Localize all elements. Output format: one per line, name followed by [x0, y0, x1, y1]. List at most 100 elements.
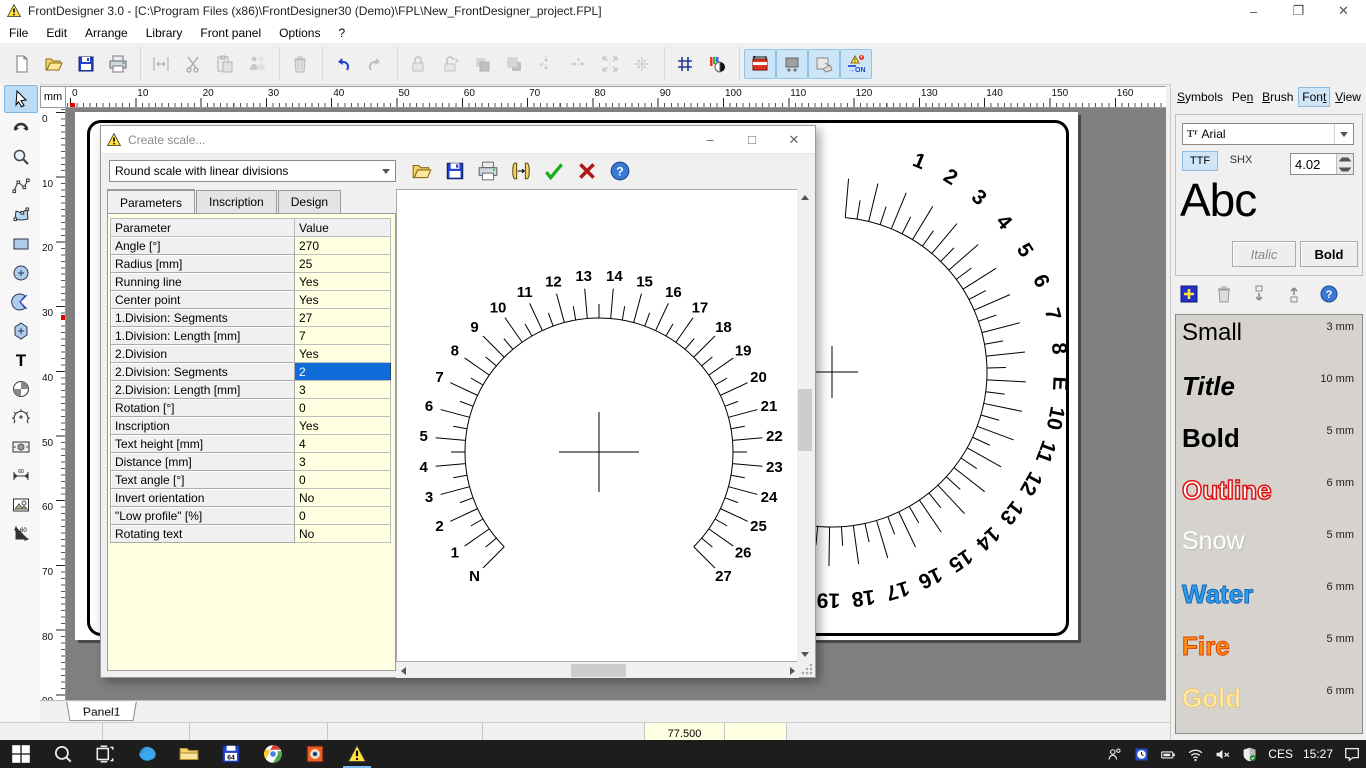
- dimension-tool-button[interactable]: 60: [4, 462, 38, 490]
- preview-horizontal-scrollbar[interactable]: [396, 663, 799, 678]
- font-family-dropdown[interactable]: Tᵀ Arial: [1182, 123, 1354, 145]
- chevron-down-icon[interactable]: [377, 161, 395, 181]
- param-value[interactable]: Yes: [295, 273, 391, 291]
- font-list-item[interactable]: Snow5 mm: [1176, 523, 1362, 575]
- tab-design[interactable]: Design: [278, 190, 341, 213]
- move-down-button[interactable]: [1249, 284, 1269, 307]
- param-value[interactable]: 3: [295, 381, 391, 399]
- param-name[interactable]: 2.Division: [111, 345, 295, 363]
- help-button[interactable]: ?: [608, 159, 632, 183]
- clock[interactable]: 15:27: [1298, 747, 1338, 761]
- param-value[interactable]: 25: [295, 255, 391, 273]
- param-name[interactable]: Angle [°]: [111, 237, 295, 255]
- taskbar-file-explorer[interactable]: [168, 740, 210, 768]
- open-file-button[interactable]: [410, 159, 434, 183]
- scroll-up-arrow[interactable]: [797, 189, 813, 205]
- axis-tool-button[interactable]: 60: [4, 520, 38, 548]
- italic-button[interactable]: Italic: [1232, 241, 1296, 267]
- param-value[interactable]: No: [295, 525, 391, 543]
- menu-front-panel[interactable]: Front panel: [191, 24, 270, 42]
- dialog-maximize-button[interactable]: □: [731, 127, 773, 153]
- param-value[interactable]: 0: [295, 471, 391, 489]
- spin-down-arrow[interactable]: [1337, 164, 1353, 174]
- param-value[interactable]: 3: [295, 453, 391, 471]
- tray-battery-icon[interactable]: [1155, 746, 1182, 763]
- menu-arrange[interactable]: Arrange: [76, 24, 137, 42]
- param-value[interactable]: 4: [295, 435, 391, 453]
- scale-preview[interactable]: N123456789101112131415161718192021222324…: [396, 189, 799, 662]
- pad-tool-button[interactable]: [4, 433, 38, 461]
- param-value[interactable]: Yes: [295, 345, 391, 363]
- param-name[interactable]: Running line: [111, 273, 295, 291]
- tab-inscription[interactable]: Inscription: [196, 190, 277, 213]
- param-name[interactable]: Rotating text: [111, 525, 295, 543]
- taskbar-commander-64[interactable]: 64: [210, 740, 252, 768]
- taskbar-frontdesigner[interactable]: [336, 740, 378, 768]
- taskbar-start[interactable]: [0, 740, 42, 768]
- param-name[interactable]: 1.Division: Segments: [111, 309, 295, 327]
- font-size-spinner[interactable]: 4.02: [1290, 153, 1354, 175]
- select-tool-button[interactable]: [4, 85, 38, 113]
- move-up-button[interactable]: [1284, 284, 1304, 307]
- font-list-item[interactable]: Small3 mm: [1176, 315, 1362, 367]
- dialog-titlebar[interactable]: Create scale... – □ ✕: [101, 126, 815, 154]
- knob-scale-tool-button[interactable]: [4, 404, 38, 432]
- open-file-button[interactable]: [38, 49, 70, 79]
- param-name[interactable]: 2.Division: Segments: [111, 363, 295, 381]
- rotate-tool-button[interactable]: [4, 114, 38, 142]
- param-name[interactable]: Inscription: [111, 417, 295, 435]
- dialog-minimize-button[interactable]: –: [689, 127, 731, 153]
- param-name[interactable]: Radius [mm]: [111, 255, 295, 273]
- shx-toggle[interactable]: SHX: [1224, 151, 1258, 169]
- scroll-left-arrow[interactable]: [396, 663, 410, 678]
- apply-check-button[interactable]: [542, 159, 566, 183]
- save-file-button[interactable]: [443, 159, 467, 183]
- font-list-item[interactable]: Outline6 mm: [1176, 471, 1362, 523]
- tray-people-icon[interactable]: [1101, 746, 1128, 763]
- close-button[interactable]: ✕: [1321, 0, 1366, 22]
- taskbar-search[interactable]: [42, 740, 84, 768]
- text-tool-button[interactable]: T: [4, 346, 38, 374]
- param-name[interactable]: Center point: [111, 291, 295, 309]
- param-value[interactable]: 2: [295, 363, 391, 381]
- font-list-item[interactable]: Water6 mm: [1176, 575, 1362, 627]
- scale-type-dropdown[interactable]: Round scale with linear divisions: [109, 160, 396, 182]
- menu-options[interactable]: Options: [270, 24, 329, 42]
- autosave-on-button[interactable]: !→ON: [840, 49, 872, 79]
- zoom-tool-button[interactable]: [4, 143, 38, 171]
- undo-button[interactable]: [327, 49, 359, 79]
- scroll-right-arrow[interactable]: [785, 663, 799, 678]
- param-name[interactable]: 1.Division: Length [mm]: [111, 327, 295, 345]
- print-button[interactable]: [476, 159, 500, 183]
- param-value[interactable]: No: [295, 489, 391, 507]
- param-value[interactable]: 0: [295, 399, 391, 417]
- scrollbar-thumb[interactable]: [798, 389, 812, 451]
- param-name[interactable]: 2.Division: Length [mm]: [111, 381, 295, 399]
- menu-?[interactable]: ?: [329, 24, 354, 42]
- export-view-button[interactable]: [808, 49, 840, 79]
- ngon-tool-button[interactable]: [4, 317, 38, 345]
- cancel-x-button[interactable]: [575, 159, 599, 183]
- polyline-tool-button[interactable]: [4, 172, 38, 200]
- minimize-button[interactable]: –: [1231, 0, 1276, 22]
- preview-vertical-scrollbar[interactable]: [797, 189, 813, 662]
- tab-parameters[interactable]: Parameters: [107, 189, 195, 214]
- taskbar-edge[interactable]: [126, 740, 168, 768]
- param-name[interactable]: Text angle [°]: [111, 471, 295, 489]
- print-button[interactable]: [102, 49, 134, 79]
- tray-wifi-icon[interactable]: [1182, 746, 1209, 763]
- font-list-item[interactable]: Gold6 mm: [1176, 679, 1362, 731]
- param-value[interactable]: 0: [295, 507, 391, 525]
- dialog-resize-grip[interactable]: [800, 662, 813, 675]
- tray-defender-icon[interactable]: [1236, 746, 1263, 763]
- polygon-tool-button[interactable]: [4, 201, 38, 229]
- arc-tool-button[interactable]: [4, 288, 38, 316]
- restore-button[interactable]: ❐: [1276, 0, 1321, 22]
- ellipse-tool-button[interactable]: [4, 259, 38, 287]
- scroll-down-arrow[interactable]: [797, 646, 813, 662]
- page-tab-panel1[interactable]: Panel1: [66, 702, 137, 721]
- font-list-item[interactable]: Fire5 mm: [1176, 627, 1362, 679]
- taskbar-chrome[interactable]: [252, 740, 294, 768]
- chevron-down-icon[interactable]: [1334, 124, 1353, 144]
- add-font-button[interactable]: [1179, 284, 1199, 307]
